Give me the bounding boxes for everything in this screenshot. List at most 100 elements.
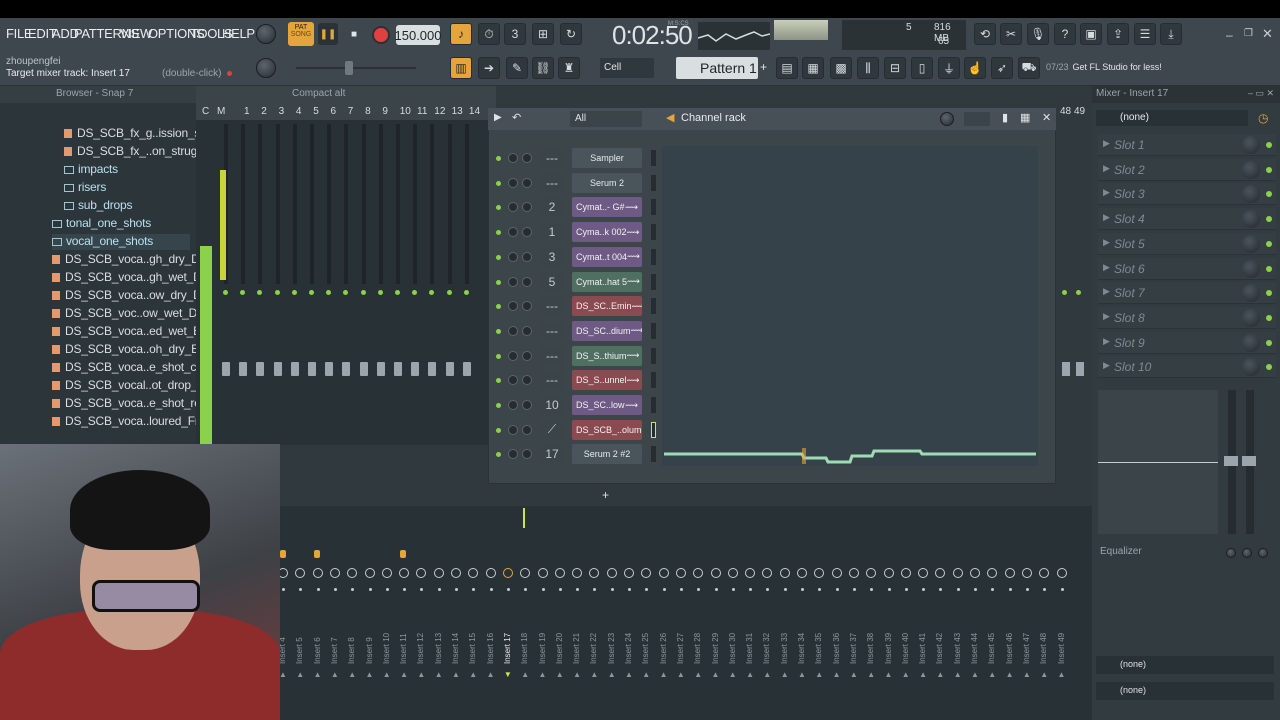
track-fader-handle[interactable]: [376, 362, 385, 376]
master-pitch-knob[interactable]: [256, 58, 276, 78]
mixer-toggle[interactable]: ⫼: [857, 57, 879, 79]
track-enable-led[interactable]: [1076, 290, 1081, 295]
slot-expand-icon[interactable]: ▶: [1103, 286, 1110, 297]
insert-label[interactable]: Insert 13: [434, 633, 443, 664]
export-button[interactable]: ⇪: [1107, 23, 1129, 45]
track-enable-led[interactable]: [223, 290, 228, 295]
eq-mid-knob[interactable]: [1242, 548, 1252, 558]
track-fader-handle[interactable]: [308, 362, 316, 376]
track-fader-handle[interactable]: [342, 362, 351, 376]
insert-volume-handle[interactable]: [1224, 456, 1238, 466]
insert-label[interactable]: Insert 29: [711, 633, 720, 664]
insert-route-arrow-icon[interactable]: ▼: [504, 670, 512, 679]
insert-route-arrow-icon[interactable]: ▲: [296, 670, 304, 679]
stamp-tool-button[interactable]: ♜: [558, 57, 580, 79]
insert-label[interactable]: Insert 45: [987, 633, 996, 664]
insert-pan-knob[interactable]: [485, 568, 496, 578]
effect-slot[interactable]: ▶ Slot 3: [1098, 183, 1276, 206]
insert-pan-knob[interactable]: [883, 568, 894, 578]
track-fader-handle[interactable]: [256, 362, 265, 376]
browser-file[interactable]: DS_SCB_voca..oh_dry_Emin: [52, 342, 218, 358]
track-enable-led[interactable]: [446, 290, 452, 295]
channel-select-indicator[interactable]: [651, 224, 656, 241]
insert-label[interactable]: Insert 24: [624, 633, 633, 664]
channel-button[interactable]: DS_SCB_..olume⟿: [572, 419, 642, 440]
insert-stereo-dot[interactable]: [333, 588, 337, 591]
insert-label[interactable]: Insert 14: [451, 633, 460, 664]
slot-mix-knob[interactable]: [1242, 333, 1260, 352]
record-audio-button[interactable]: 🎙: [1027, 23, 1049, 45]
insert-route-arrow-icon[interactable]: ▲: [712, 670, 720, 679]
channel-mixer-track[interactable]: 10: [540, 396, 564, 414]
insert-route-arrow-icon[interactable]: ▲: [885, 670, 893, 679]
slot-expand-icon[interactable]: ▶: [1103, 138, 1110, 149]
insert-route-arrow-icon[interactable]: ▲: [608, 670, 616, 679]
channel-mute-led[interactable]: [496, 180, 501, 186]
slot-mix-knob[interactable]: [1242, 358, 1260, 377]
slot-enable-led[interactable]: [1266, 166, 1272, 173]
channel-select-indicator[interactable]: [651, 273, 656, 290]
effect-slot[interactable]: ▶ Slot 7: [1098, 282, 1276, 305]
channel-mute-led[interactable]: [496, 328, 501, 334]
insert-route-arrow-icon[interactable]: ▲: [383, 670, 391, 679]
insert-label[interactable]: Insert 38: [866, 633, 875, 664]
timeline-ruler[interactable]: C M 1 2 3 4 5 6 7 8 9 10 11 12 13 14: [196, 104, 496, 120]
channel-mixer-track[interactable]: ---: [540, 321, 564, 340]
swing-knob[interactable]: [940, 112, 954, 126]
insert-label[interactable]: Insert 18: [520, 633, 529, 664]
shop-button[interactable]: ⛟: [1018, 57, 1040, 79]
channel-mute-led[interactable]: [496, 279, 501, 285]
insert-pan-knob[interactable]: [502, 568, 513, 578]
channel-button[interactable]: DS_SC..low ⟿: [572, 395, 642, 415]
insert-route-arrow-icon[interactable]: ▲: [677, 670, 685, 679]
insert-stereo-dot[interactable]: [610, 588, 614, 591]
insert-pan-knob[interactable]: [364, 568, 375, 578]
channel-pan-knob[interactable]: [508, 276, 518, 287]
insert-label[interactable]: Insert 31: [745, 633, 754, 664]
step-sequencer-toggle[interactable]: ▩: [830, 57, 852, 79]
insert-pan-knob[interactable]: [952, 568, 963, 578]
channel-rack-toggle[interactable]: ▤: [776, 57, 798, 79]
insert-route-arrow-icon[interactable]: ▲: [539, 670, 547, 679]
slot-expand-icon[interactable]: ▶: [1103, 336, 1110, 347]
insert-label[interactable]: Insert 10: [382, 633, 391, 664]
wait-for-input-button[interactable]: ⏱: [478, 23, 500, 45]
stop-button[interactable]: ■: [344, 23, 364, 45]
insert-stereo-dot[interactable]: [731, 588, 735, 591]
track-fader-handle[interactable]: [445, 362, 454, 376]
insert-label[interactable]: Insert 8: [347, 637, 356, 664]
channel-volume-knob[interactable]: [522, 350, 532, 361]
track-fader-handle[interactable]: [239, 362, 248, 376]
insert-route-arrow-icon[interactable]: ▲: [902, 670, 910, 679]
browser-file[interactable]: DS_SCB_voca..e_shot_check: [52, 360, 221, 376]
insert-stereo-dot[interactable]: [385, 588, 389, 591]
insert-pan-knob[interactable]: [451, 568, 461, 578]
browser-folder[interactable]: sub_drops: [64, 198, 190, 214]
channel-mixer-track[interactable]: 17: [540, 445, 564, 464]
slot-enable-led[interactable]: [1266, 265, 1272, 272]
insert-route-arrow-icon[interactable]: ▲: [625, 670, 633, 679]
channel-select-indicator[interactable]: [651, 397, 656, 413]
insert-pan-knob[interactable]: [1056, 568, 1067, 578]
insert-route-arrow-icon[interactable]: ▲: [521, 670, 529, 679]
project-toggle[interactable]: ▯: [911, 57, 933, 79]
track-fader-handle[interactable]: [325, 362, 334, 376]
insert-route-arrow-icon[interactable]: ▲: [314, 670, 322, 679]
slot-enable-led[interactable]: [1266, 290, 1272, 297]
channel-mixer-track[interactable]: ---: [540, 149, 564, 167]
insert-route-arrow-icon[interactable]: ▲: [936, 670, 944, 679]
slot-mix-knob[interactable]: [1242, 160, 1260, 179]
channel-button[interactable]: Cymat..- G# ⟿: [572, 197, 642, 218]
track-fader-handle[interactable]: [462, 362, 471, 376]
arrow-tool-button[interactable]: ➔: [478, 57, 500, 79]
slot-mix-knob[interactable]: [1242, 234, 1260, 253]
insert-pan-knob[interactable]: [433, 568, 444, 578]
browser-file[interactable]: DS_SCB_voca..ed_wet_Emin: [52, 324, 220, 340]
playlist-mode[interactable]: Compact alt: [292, 88, 345, 99]
slot-enable-led[interactable]: [1266, 240, 1272, 247]
channel-button[interactable]: DS_SC..Emin ⟿: [572, 296, 642, 317]
insert-stereo-dot[interactable]: [628, 588, 631, 591]
insert-label[interactable]: Insert 30: [728, 633, 737, 664]
browser-file[interactable]: DS_SCB_voca..gh_dry_Dmin: [52, 252, 218, 268]
slot-mix-knob[interactable]: [1242, 136, 1260, 154]
